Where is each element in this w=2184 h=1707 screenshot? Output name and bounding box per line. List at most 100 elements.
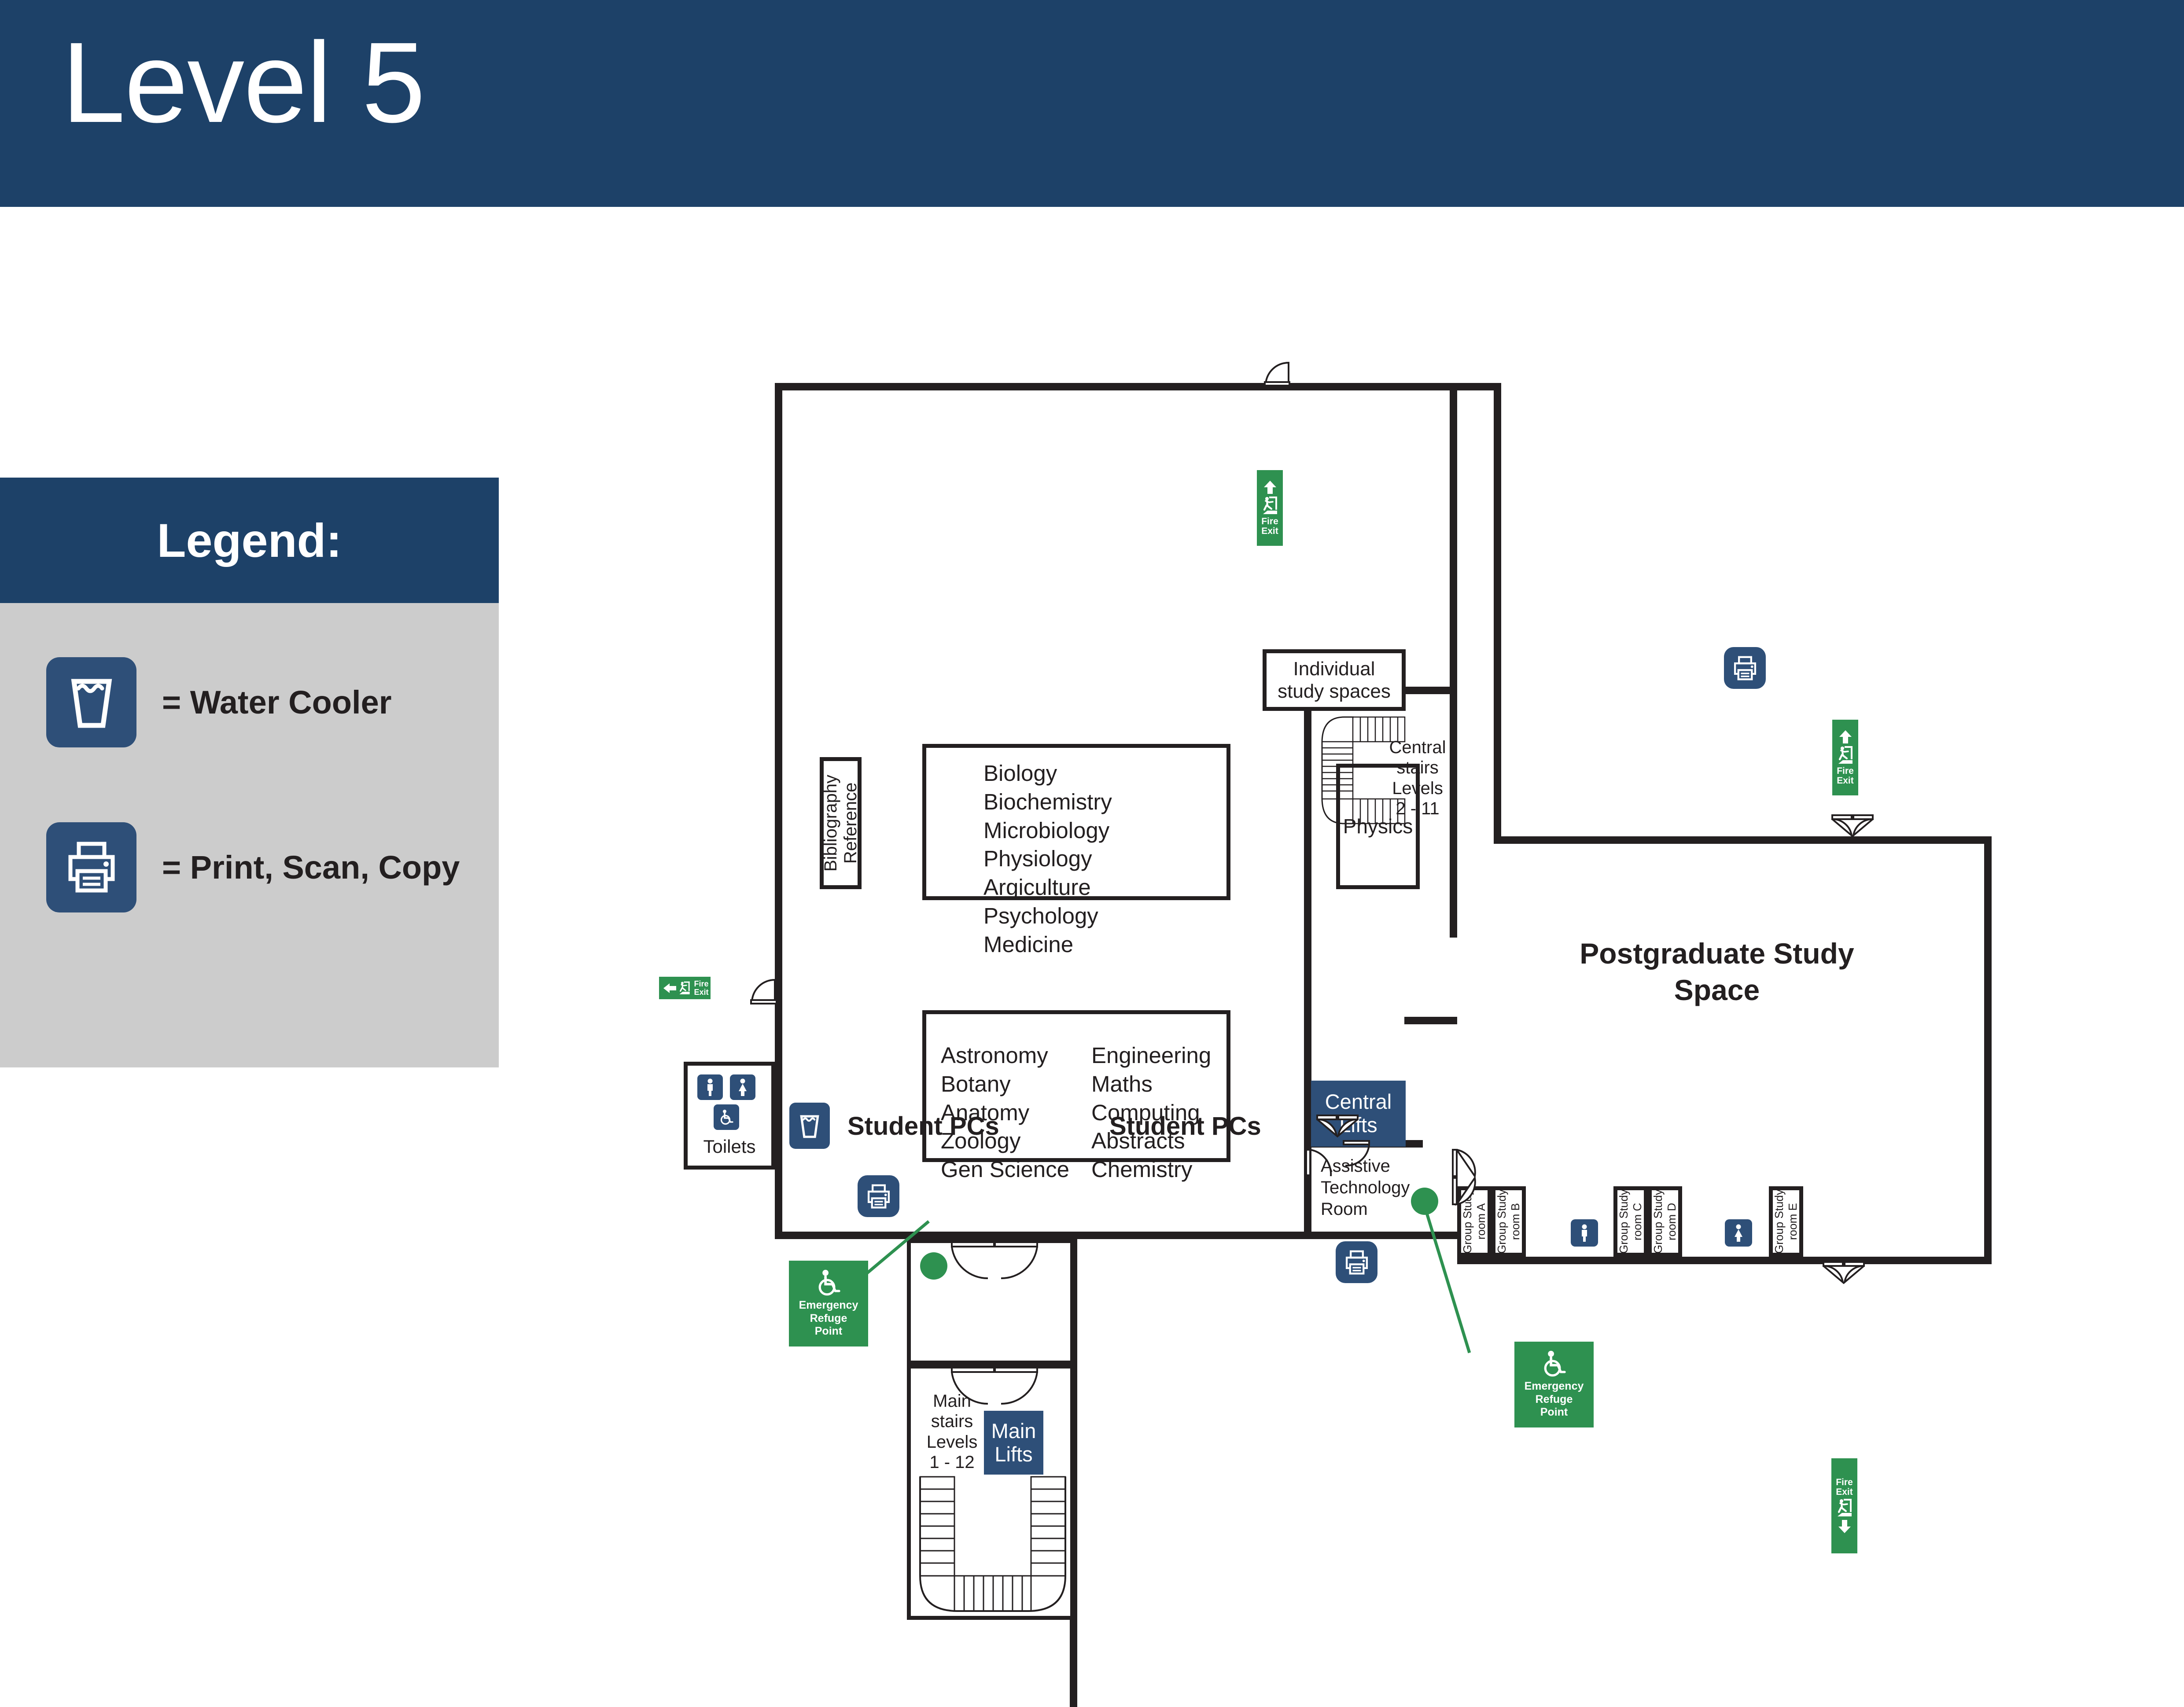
door-double-vertical xyxy=(1452,1149,1477,1206)
male-toilet-icon xyxy=(697,1074,723,1100)
running-man-icon xyxy=(1837,1499,1852,1517)
postgraduate-study-label: Postgraduate Study Space xyxy=(1554,935,1880,1008)
wall-segment xyxy=(1494,836,1991,844)
central-stairs-label: Central stairs Levels 2 - 11 xyxy=(1380,737,1455,819)
toilets-room: Toilets xyxy=(684,1062,775,1170)
fire-exit-line: Fire xyxy=(1261,516,1278,526)
subject-item: Botany xyxy=(941,1071,1011,1096)
up-arrow-icon xyxy=(1839,730,1852,743)
group-study-line: Group Study xyxy=(1651,1189,1665,1254)
refuge-line: Point xyxy=(814,1325,843,1338)
central-stairs-line: Central xyxy=(1389,738,1446,757)
central-lifts-line: Central xyxy=(1325,1090,1392,1114)
door-double-butterfly xyxy=(1831,814,1874,837)
fire-exit-line: Exit xyxy=(1261,526,1278,536)
group-study-line: room D xyxy=(1665,1203,1678,1240)
group-study-line: Group Study xyxy=(1617,1189,1630,1254)
printer-icon xyxy=(1724,647,1766,689)
postgraduate-line: Space xyxy=(1674,973,1760,1006)
subject-item: Chemistry xyxy=(1091,1157,1193,1182)
subject-item: Psychology xyxy=(983,903,1098,928)
individual-study-line: study spaces xyxy=(1278,681,1391,702)
main-lifts-line: Main xyxy=(991,1419,1036,1442)
bibliography-reference-room: Bibliography Reference xyxy=(820,757,862,889)
bibliography-line: Reference xyxy=(840,782,860,864)
refuge-marker-dot xyxy=(1411,1188,1438,1215)
printer-icon xyxy=(858,1175,899,1217)
subject-item: Medicine xyxy=(983,931,1074,957)
individual-study-label: Individual study spaces xyxy=(1278,658,1391,703)
down-arrow-icon xyxy=(1838,1520,1851,1534)
door-single xyxy=(1343,1140,1372,1167)
emergency-refuge-point-left: Emergency Refuge Point xyxy=(789,1261,868,1346)
door-single xyxy=(748,977,779,1004)
door-single xyxy=(1261,360,1292,386)
main-lifts-badge: Main Lifts xyxy=(984,1411,1043,1475)
central-stairs-line: stairs xyxy=(1396,758,1439,778)
wall-segment xyxy=(1334,1232,1462,1239)
subject-item: Biochemistry xyxy=(983,789,1112,814)
group-study-room-c: Group Study room C xyxy=(1613,1186,1648,1257)
group-study-line: room E xyxy=(1786,1203,1799,1240)
male-toilet-icon xyxy=(1571,1219,1598,1247)
refuge-line: Point xyxy=(1540,1406,1568,1419)
fire-exit-line: Exit xyxy=(694,987,709,997)
refuge-line: Emergency xyxy=(799,1299,858,1312)
group-study-room-e: Group Study room E xyxy=(1769,1186,1803,1257)
subject-list-upper: Biology Biochemistry Microbiology Physio… xyxy=(983,759,1112,959)
group-study-line: room A xyxy=(1474,1203,1488,1240)
group-study-b-label: Group Study room B xyxy=(1495,1189,1522,1254)
subject-item: Astronomy xyxy=(941,1043,1048,1068)
fire-exit-text: Fire Exit xyxy=(1837,766,1854,786)
refuge-line: Refuge xyxy=(810,1312,847,1324)
main-stairs-hatch xyxy=(916,1475,1070,1615)
main-stairs-line: 1 - 12 xyxy=(929,1453,975,1472)
door-single xyxy=(1305,1149,1333,1180)
main-lifts-line: Lifts xyxy=(994,1442,1033,1466)
subject-item: Maths xyxy=(1091,1071,1153,1096)
subject-item: Physiology xyxy=(983,846,1092,872)
fire-exit-sign-bottom-right: Fire Exit xyxy=(1831,1458,1857,1553)
wall-segment xyxy=(1450,383,1457,938)
subject-item: Engineering xyxy=(1091,1043,1212,1068)
subject-item: Gen Science xyxy=(941,1157,1070,1182)
fire-exit-line: Exit xyxy=(1836,1487,1853,1497)
individual-study-spaces-room: Individual study spaces xyxy=(1263,649,1406,711)
subject-block-upper: Biology Biochemistry Microbiology Physio… xyxy=(922,744,1230,957)
up-arrow-icon xyxy=(1263,480,1276,494)
fire-exit-line: Fire xyxy=(1837,765,1854,776)
emergency-refuge-point-right: Emergency Refuge Point xyxy=(1514,1342,1594,1427)
student-pcs-right-label: Student PCs xyxy=(1109,1112,1261,1140)
floorplan: Main stairs Levels 1 - 12 Main Lifts Bib… xyxy=(0,207,2184,1707)
postgraduate-line: Postgraduate Study xyxy=(1580,937,1854,970)
fire-exit-line: Exit xyxy=(1837,776,1854,786)
door-double-butterfly xyxy=(1316,1115,1359,1137)
wall-segment xyxy=(775,1232,1079,1239)
group-study-room-b: Group Study room B xyxy=(1492,1186,1526,1257)
door-double-butterfly xyxy=(1823,1261,1865,1284)
group-study-line: room C xyxy=(1631,1203,1644,1240)
door-double xyxy=(951,1241,1039,1279)
central-stairs-line: Levels xyxy=(1392,778,1443,798)
assistive-line: Technology xyxy=(1321,1177,1410,1197)
door-double xyxy=(951,1367,1039,1405)
wall-segment xyxy=(1457,1257,1992,1264)
fire-exit-sign-top: Fire Exit xyxy=(1257,470,1283,546)
water-cooler-icon xyxy=(789,1103,830,1149)
assistive-line: Room xyxy=(1321,1199,1368,1219)
running-man-icon xyxy=(1263,496,1277,514)
group-study-d-label: Group Study room D xyxy=(1651,1189,1679,1254)
wall-segment xyxy=(1404,1017,1457,1024)
fire-exit-text: Fire Exit xyxy=(1836,1477,1853,1497)
fire-exit-line: Fire xyxy=(694,979,709,988)
main-stairs-line: Levels xyxy=(926,1432,978,1452)
wheelchair-icon xyxy=(1544,1350,1566,1377)
page-title: Level 5 xyxy=(62,19,425,147)
refuge-line: Emergency xyxy=(1524,1380,1584,1393)
subject-item: Argiculture xyxy=(983,875,1091,900)
subject-item: Microbiology xyxy=(983,817,1110,843)
group-study-line: Group Study xyxy=(1495,1189,1508,1254)
refuge-line: Refuge xyxy=(1535,1393,1573,1405)
wheelchair-icon xyxy=(818,1269,840,1296)
wall-segment xyxy=(1984,836,1992,1263)
